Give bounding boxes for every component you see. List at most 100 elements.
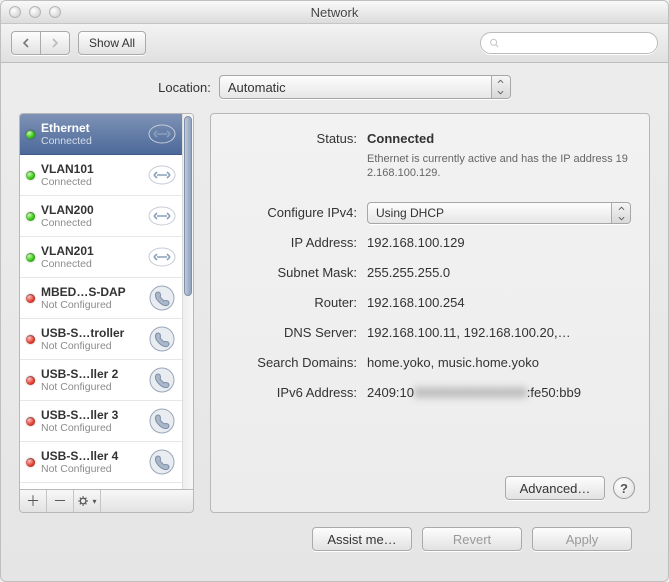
status-led-icon bbox=[26, 253, 35, 262]
revert-button[interactable]: Revert bbox=[422, 527, 522, 551]
help-button[interactable]: ? bbox=[613, 477, 635, 499]
sidebar-item-sub: Connected bbox=[41, 258, 141, 270]
search-field[interactable] bbox=[480, 32, 658, 54]
sidebar-item-name: VLAN201 bbox=[41, 244, 141, 258]
search-icon bbox=[489, 37, 500, 49]
close-window-button[interactable] bbox=[9, 6, 21, 18]
phone-icon bbox=[147, 324, 177, 354]
ipv6-redacted: XXXXXXXXXXXXX bbox=[414, 385, 527, 400]
action-menu-button[interactable]: ▾ bbox=[74, 490, 101, 512]
location-value: Automatic bbox=[228, 80, 286, 95]
back-button[interactable] bbox=[11, 31, 41, 55]
minimize-window-button[interactable] bbox=[29, 6, 41, 18]
sidebar-item-usb-s-ller-3[interactable]: USB-S…ller 3Not Configured bbox=[20, 401, 183, 442]
sidebar-item-sub: Not Configured bbox=[41, 340, 141, 352]
ethernet-icon bbox=[147, 160, 177, 190]
sidebar-item-sub: Not Configured bbox=[41, 299, 141, 311]
sidebar-item-text: VLAN201Connected bbox=[41, 244, 141, 270]
nav-segmented bbox=[11, 31, 70, 55]
advanced-button[interactable]: Advanced… bbox=[505, 476, 605, 500]
sidebar-item-name: USB-S…ller 3 bbox=[41, 408, 141, 422]
sidebar-item-usb-s-troller[interactable]: USB-S…trollerNot Configured bbox=[20, 319, 183, 360]
status-description: Ethernet is currently active and has the… bbox=[367, 152, 631, 180]
assist-me-button[interactable]: Assist me… bbox=[312, 527, 412, 551]
services-sidebar: EthernetConnectedVLAN101ConnectedVLAN200… bbox=[19, 113, 194, 513]
sidebar-item-ethernet[interactable]: EthernetConnected bbox=[20, 114, 183, 155]
sidebar-item-sub: Connected bbox=[41, 176, 141, 188]
sidebar-item-name: MBED…S-DAP bbox=[41, 285, 141, 299]
sidebar-item-text: EthernetConnected bbox=[41, 121, 141, 147]
sidebar-scrollbar[interactable] bbox=[182, 114, 193, 489]
configure-ipv4-select[interactable]: Using DHCP bbox=[367, 202, 631, 224]
sidebar-item-name: USB-S…ller 4 bbox=[41, 449, 141, 463]
sidebar-item-sub: Connected bbox=[41, 135, 141, 147]
search-input[interactable] bbox=[504, 35, 649, 51]
network-prefpane-window: Network Show All Location: Automatic bbox=[0, 0, 669, 582]
status-led-icon bbox=[26, 212, 35, 221]
sidebar-item-sub: Not Configured bbox=[41, 381, 141, 393]
apply-button[interactable]: Apply bbox=[532, 527, 632, 551]
sidebar-item-vlan201[interactable]: VLAN201Connected bbox=[20, 237, 183, 278]
configure-ipv4-label: Configure IPv4: bbox=[229, 202, 367, 224]
chevron-left-icon bbox=[21, 38, 31, 48]
main-columns: EthernetConnectedVLAN101ConnectedVLAN200… bbox=[19, 113, 650, 513]
status-led-icon bbox=[26, 458, 35, 467]
sidebar-item-vlan200[interactable]: VLAN200Connected bbox=[20, 196, 183, 237]
ipv6-suffix: :fe50:bb9 bbox=[527, 385, 581, 400]
sidebar-item-name: VLAN200 bbox=[41, 203, 141, 217]
status-led-icon bbox=[26, 294, 35, 303]
sidebar-item-name: USB-S…ller 2 bbox=[41, 367, 141, 381]
services-list[interactable]: EthernetConnectedVLAN101ConnectedVLAN200… bbox=[19, 113, 194, 490]
sidebar-item-text: USB-S…ller 3Not Configured bbox=[41, 408, 141, 434]
subnet-mask-label: Subnet Mask: bbox=[229, 262, 367, 284]
chevron-right-icon bbox=[50, 38, 60, 48]
sidebar-item-text: USB-S…ller 4Not Configured bbox=[41, 449, 141, 475]
search-domains-value: home.yoko, music.home.yoko bbox=[367, 352, 631, 374]
select-stepper-icon bbox=[491, 76, 510, 98]
bottom-bar: Assist me… Revert Apply bbox=[19, 513, 650, 551]
sidebar-item-vlan101[interactable]: VLAN101Connected bbox=[20, 155, 183, 196]
content-area: Location: Automatic EthernetConnected VLA… bbox=[1, 63, 668, 551]
sidebar-item-text: USB-S…trollerNot Configured bbox=[41, 326, 141, 352]
show-all-button[interactable]: Show All bbox=[78, 31, 146, 55]
location-row: Location: Automatic bbox=[19, 75, 650, 99]
add-service-button[interactable]: ＋ bbox=[20, 490, 47, 512]
sidebar-item-mbed-s-dap[interactable]: MBED…S-DAPNot Configured bbox=[20, 278, 183, 319]
ipv6-address-label: IPv6 Address: bbox=[229, 382, 367, 404]
router-value: 192.168.100.254 bbox=[367, 292, 631, 314]
window-title: Network bbox=[1, 5, 668, 20]
status-led-icon bbox=[26, 417, 35, 426]
location-select[interactable]: Automatic bbox=[219, 75, 511, 99]
phone-icon bbox=[147, 406, 177, 436]
phone-icon bbox=[147, 283, 177, 313]
sidebar-item-text: VLAN200Connected bbox=[41, 203, 141, 229]
phone-icon bbox=[147, 365, 177, 395]
remove-service-button[interactable]: － bbox=[47, 490, 74, 512]
sidebar-footer: ＋ － ▾ bbox=[19, 490, 194, 513]
sidebar-item-usb-s-ller-2[interactable]: USB-S…ller 2Not Configured bbox=[20, 360, 183, 401]
status-led-icon bbox=[26, 335, 35, 344]
location-label: Location: bbox=[158, 80, 211, 95]
ip-address-label: IP Address: bbox=[229, 232, 367, 254]
ethernet-icon bbox=[147, 119, 177, 149]
zoom-window-button[interactable] bbox=[49, 6, 61, 18]
status-value: Connected bbox=[367, 131, 434, 146]
sidebar-item-name: VLAN101 bbox=[41, 162, 141, 176]
sidebar-item-name: USB-S…troller bbox=[41, 326, 141, 340]
status-led-icon bbox=[26, 130, 35, 139]
sidebar-item-sub: Not Configured bbox=[41, 463, 141, 475]
dns-server-value: 192.168.100.11, 192.168.100.20,… bbox=[367, 322, 631, 344]
ip-address-value: 192.168.100.129 bbox=[367, 232, 631, 254]
ethernet-icon bbox=[147, 201, 177, 231]
ipv6-address-value: 2409:10XXXXXXXXXXXXX:fe50:bb9 bbox=[367, 382, 631, 404]
ipv6-prefix: 2409:10 bbox=[367, 385, 414, 400]
phone-icon bbox=[147, 447, 177, 477]
select-stepper-icon bbox=[611, 203, 630, 223]
sidebar-item-usb-s-ller-4[interactable]: USB-S…ller 4Not Configured bbox=[20, 442, 183, 483]
scrollbar-thumb[interactable] bbox=[184, 116, 192, 296]
gear-icon bbox=[77, 494, 91, 508]
forward-button[interactable] bbox=[41, 31, 70, 55]
sidebar-item-text: USB-S…ller 2Not Configured bbox=[41, 367, 141, 393]
subnet-mask-value: 255.255.255.0 bbox=[367, 262, 631, 284]
titlebar: Network bbox=[1, 1, 668, 24]
